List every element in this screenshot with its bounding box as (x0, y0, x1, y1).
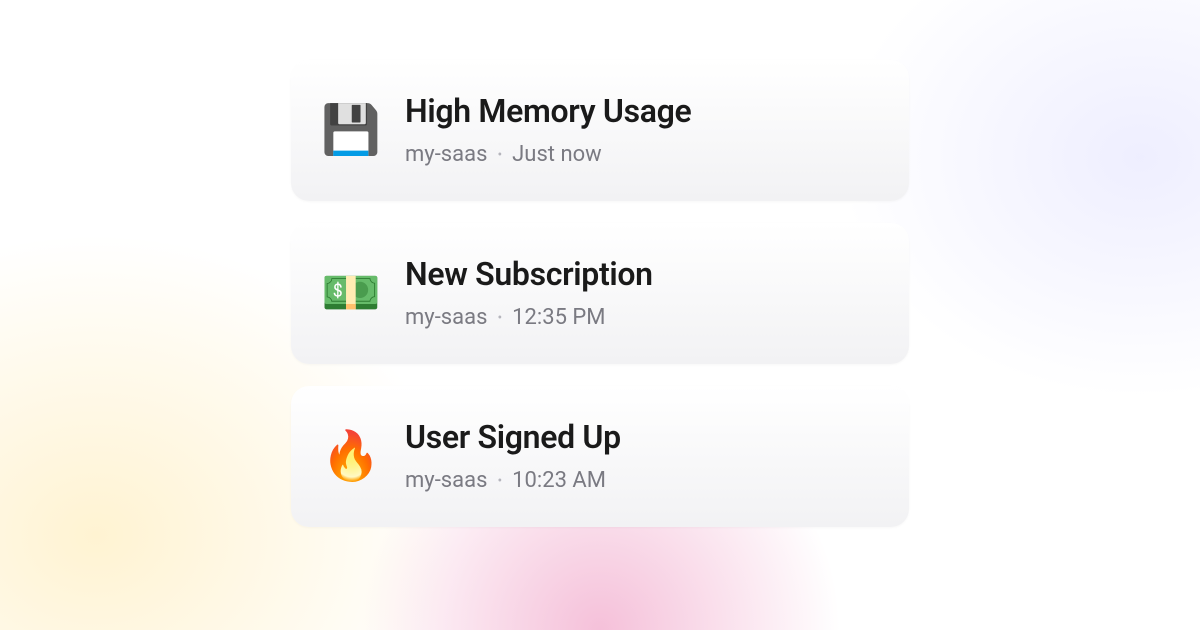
money-icon: 💵 (325, 267, 377, 319)
notification-project: my-saas (405, 305, 487, 330)
notification-card[interactable]: 🔥 User Signed Up my-saas • 10:23 AM (291, 386, 909, 527)
separator-dot: • (497, 310, 502, 326)
notification-meta: my-saas • 12:35 PM (405, 305, 653, 330)
fire-icon: 🔥 (325, 430, 377, 482)
notification-time: 10:23 AM (512, 468, 606, 493)
notification-title: User Signed Up (405, 418, 621, 456)
notification-time: 12:35 PM (512, 305, 605, 330)
notification-project: my-saas (405, 468, 487, 493)
notification-meta: my-saas • Just now (405, 142, 691, 167)
notification-body: High Memory Usage my-saas • Just now (405, 92, 691, 167)
notification-title: New Subscription (405, 255, 653, 293)
separator-dot: • (497, 147, 502, 163)
notification-body: User Signed Up my-saas • 10:23 AM (405, 418, 621, 493)
notification-title: High Memory Usage (405, 92, 691, 130)
notification-meta: my-saas • 10:23 AM (405, 468, 621, 493)
notification-card[interactable]: 💵 New Subscription my-saas • 12:35 PM (291, 223, 909, 364)
separator-dot: • (497, 473, 502, 489)
notification-card[interactable]: 💾 High Memory Usage my-saas • Just now (291, 60, 909, 201)
notification-body: New Subscription my-saas • 12:35 PM (405, 255, 653, 330)
notification-list: 💾 High Memory Usage my-saas • Just now 💵… (291, 60, 909, 527)
floppy-disk-icon: 💾 (325, 104, 377, 156)
notification-time: Just now (512, 142, 602, 167)
notification-project: my-saas (405, 142, 487, 167)
